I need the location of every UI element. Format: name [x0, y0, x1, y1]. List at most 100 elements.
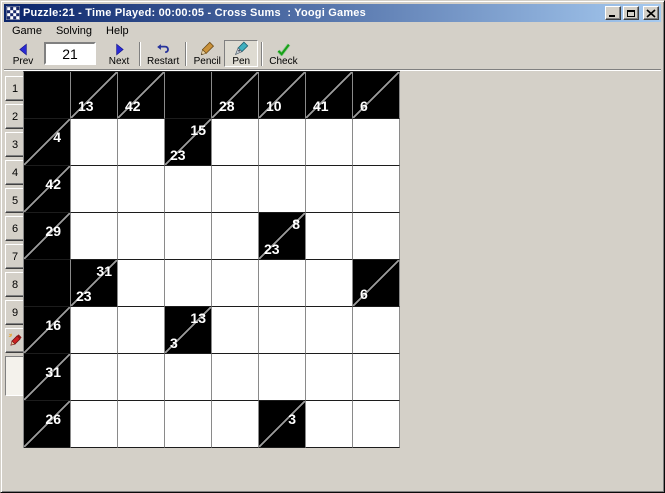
palette-button-2[interactable]: 2	[5, 104, 25, 129]
check-button[interactable]: Check	[266, 40, 300, 67]
blue-right-triangle-icon	[113, 40, 126, 56]
teal-pen-icon	[234, 41, 249, 56]
puzzle-grid: 13422810416415234229823312361613331263	[23, 71, 400, 448]
grid-cell[interactable]	[71, 354, 118, 401]
title-bar: Puzzle:21 - Time Played: 00:00:05 - Cros…	[4, 4, 661, 22]
grid-cell[interactable]	[165, 401, 212, 448]
prev-button[interactable]: Prev	[6, 40, 40, 67]
grid-clue-cell: 1523	[165, 119, 212, 166]
palette-blank-button[interactable]	[5, 356, 25, 396]
grid-cell[interactable]	[165, 260, 212, 307]
down-clue: 3	[170, 336, 178, 350]
grid-cell[interactable]	[353, 401, 400, 448]
down-clue: 41	[313, 99, 329, 113]
down-clue: 42	[125, 99, 141, 113]
down-clue: 10	[266, 99, 282, 113]
grid-cell[interactable]	[353, 213, 400, 260]
grid-cell[interactable]	[71, 307, 118, 354]
gold-pencil-icon	[200, 40, 215, 56]
grid-cell[interactable]	[212, 260, 259, 307]
grid-cell[interactable]	[71, 166, 118, 213]
grid-cell[interactable]	[306, 354, 353, 401]
grid-cell[interactable]	[212, 401, 259, 448]
menu-game[interactable]: Game	[5, 23, 49, 39]
grid-cell[interactable]	[259, 260, 306, 307]
window-title: Puzzle:21 - Time Played: 00:00:05 - Cros…	[23, 7, 602, 19]
grid-cell[interactable]	[306, 119, 353, 166]
grid-cell[interactable]	[212, 119, 259, 166]
across-clue: 3	[288, 412, 296, 426]
grid-clue-cell: 13	[71, 72, 118, 119]
across-clue: 4	[53, 130, 61, 144]
grid-cell[interactable]	[353, 354, 400, 401]
grid-cell[interactable]	[306, 307, 353, 354]
grid-cell[interactable]	[165, 354, 212, 401]
menu-bar: Game Solving Help	[4, 22, 661, 39]
restart-button[interactable]: Restart	[144, 40, 182, 67]
crossword-checkerboard-icon	[6, 6, 20, 20]
grid-cell[interactable]	[353, 307, 400, 354]
maximize-button[interactable]	[623, 6, 639, 20]
grid-cell[interactable]	[165, 166, 212, 213]
palette-button-3[interactable]: 3	[5, 132, 25, 157]
grid-cell[interactable]	[212, 166, 259, 213]
close-icon	[646, 9, 656, 18]
grid-cell[interactable]	[306, 260, 353, 307]
puzzle-number-input[interactable]	[44, 42, 96, 65]
grid-cell[interactable]	[71, 401, 118, 448]
grid-cell[interactable]	[118, 307, 165, 354]
across-clue: 31	[96, 264, 112, 278]
grid-cell[interactable]	[118, 260, 165, 307]
grid-clue-cell: 42	[24, 166, 71, 213]
pencil-button[interactable]: Pencil	[190, 40, 224, 67]
close-button[interactable]	[643, 6, 659, 20]
down-clue: 6	[360, 287, 368, 301]
grid-black-cell	[24, 260, 71, 307]
across-clue: 16	[45, 318, 61, 332]
grid-cell[interactable]	[306, 401, 353, 448]
grid-cell[interactable]	[118, 166, 165, 213]
minimize-button[interactable]	[605, 6, 621, 20]
menu-help[interactable]: Help	[99, 23, 136, 39]
grid-cell[interactable]	[353, 166, 400, 213]
pen-button[interactable]: Pen	[224, 40, 258, 67]
grid-cell[interactable]	[118, 401, 165, 448]
grid-clue-cell: 6	[353, 260, 400, 307]
across-clue: 8	[292, 217, 300, 231]
grid-cell[interactable]	[353, 119, 400, 166]
palette-button-7[interactable]: 7	[5, 244, 25, 269]
across-clue: 29	[45, 224, 61, 238]
grid-cell[interactable]	[212, 307, 259, 354]
grid-black-cell	[24, 72, 71, 119]
palette-button-6[interactable]: 6	[5, 216, 25, 241]
grid-cell[interactable]	[118, 213, 165, 260]
grid-clue-cell: 41	[306, 72, 353, 119]
grid-cell[interactable]	[259, 307, 306, 354]
toolbar-separator	[185, 42, 187, 66]
grid-cell[interactable]	[71, 213, 118, 260]
grid-cell[interactable]	[212, 354, 259, 401]
palette-pencil-button[interactable]	[5, 328, 25, 353]
red-pencil-icon	[8, 333, 23, 348]
next-button[interactable]: Next	[102, 40, 136, 67]
app-window: Puzzle:21 - Time Played: 00:00:05 - Cros…	[0, 0, 665, 493]
menu-solving[interactable]: Solving	[49, 23, 99, 39]
grid-clue-cell: 29	[24, 213, 71, 260]
grid-cell[interactable]	[212, 213, 259, 260]
grid-cell[interactable]	[259, 119, 306, 166]
palette-button-8[interactable]: 8	[5, 272, 25, 297]
grid-cell[interactable]	[118, 119, 165, 166]
palette-button-9[interactable]: 9	[5, 300, 25, 325]
palette-button-5[interactable]: 5	[5, 188, 25, 213]
grid-cell[interactable]	[71, 119, 118, 166]
down-clue: 23	[170, 148, 186, 162]
grid-cell[interactable]	[306, 166, 353, 213]
grid-cell[interactable]	[165, 213, 212, 260]
grid-cell[interactable]	[259, 354, 306, 401]
grid-clue-cell: 42	[118, 72, 165, 119]
grid-cell[interactable]	[118, 354, 165, 401]
grid-cell[interactable]	[306, 213, 353, 260]
palette-button-4[interactable]: 4	[5, 160, 25, 185]
palette-button-1[interactable]: 1	[5, 76, 25, 101]
grid-cell[interactable]	[259, 166, 306, 213]
